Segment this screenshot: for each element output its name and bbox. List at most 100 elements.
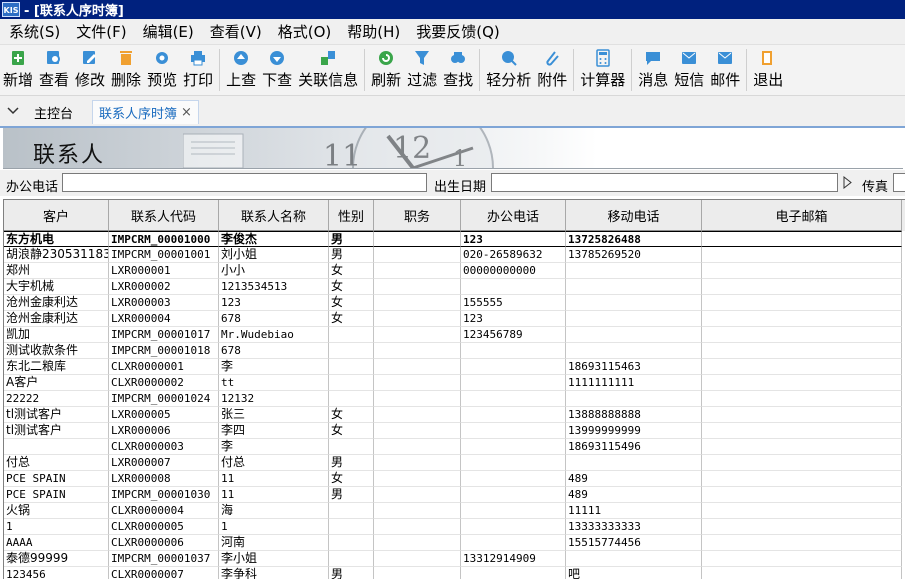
add-button[interactable]: 新增	[0, 45, 36, 90]
menu-item-0[interactable]: 系统(S)	[0, 21, 67, 42]
cell-customer: 凯加	[4, 327, 109, 343]
menu-item-6[interactable]: 我要反馈(Q)	[407, 21, 507, 42]
cell-position	[374, 439, 461, 455]
cell-contact-code: IMPCRM_00001030	[109, 487, 219, 503]
cell-mobile-phone: 13999999999	[566, 423, 702, 439]
edit-icon	[81, 49, 99, 66]
filter-button[interactable]: 过滤	[404, 45, 440, 90]
toolbar-label: 新增	[3, 71, 34, 89]
message-button[interactable]: 消息	[635, 45, 671, 90]
menu-item-1[interactable]: 文件(F)	[67, 21, 133, 42]
table-row[interactable]: 付总 LXR000007 付总男	[4, 455, 905, 471]
tab-contact-journal[interactable]: 联系人序时簿 ×	[92, 100, 199, 124]
cell-contact-code: LXR000002	[109, 279, 219, 295]
mail-button[interactable]: 邮件	[707, 45, 743, 90]
clock-decoration-icon: 11 12 1	[183, 128, 494, 168]
cell-customer: 胡浪静23053118353	[4, 247, 109, 263]
column-header-office-phone[interactable]: 办公电话	[461, 200, 566, 231]
table-row[interactable]: 沧州金康利达 LXR000003 123 女 155555	[4, 295, 905, 311]
column-header-position[interactable]: 职务	[374, 200, 461, 231]
preview-button[interactable]: 预览	[144, 45, 180, 90]
title-bar: KIS - [联系人序时簿]	[0, 0, 905, 19]
table-row[interactable]: PCE SPAIN IMPCRM_00001030 11 男 489	[4, 487, 905, 503]
cell-email	[702, 551, 902, 567]
cell-gender: 男	[329, 455, 374, 471]
cell-office-phone	[461, 343, 566, 359]
cell-contact-name: 678	[219, 311, 329, 327]
table-row[interactable]: 东北二粮库 CLXR0000001 李 18693115463	[4, 359, 905, 375]
cell-contact-code: IMPCRM_00001000	[109, 231, 219, 247]
table-row[interactable]: 1 CLXR0000005 1 13333333333	[4, 519, 905, 535]
toolbar-label: 附件	[537, 71, 568, 89]
column-header-contact-name[interactable]: 联系人名称	[219, 200, 329, 231]
page-banner: 联系人 11 12 1	[3, 128, 903, 169]
close-icon[interactable]: ×	[181, 105, 192, 120]
sms-button[interactable]: 短信	[671, 45, 707, 90]
cell-contact-code: CLXR0000004	[109, 503, 219, 519]
column-header-email[interactable]: 电子邮箱	[702, 200, 902, 231]
cell-gender: 女	[329, 295, 374, 311]
table-row[interactable]: A客户 CLXR0000002 tt 1111111111	[4, 375, 905, 391]
cell-gender	[329, 551, 374, 567]
table-row[interactable]: 22222 IMPCRM_00001024 12132	[4, 391, 905, 407]
column-header-gender[interactable]: 性别	[329, 200, 374, 231]
cell-position	[374, 551, 461, 567]
cell-position	[374, 455, 461, 471]
menu-item-4[interactable]: 格式(O)	[269, 21, 339, 42]
table-row[interactable]: tl测试客户 LXR000006 李四女 13999999999	[4, 423, 905, 439]
cell-gender: 男	[329, 247, 374, 263]
menu-item-5[interactable]: 帮助(H)	[338, 21, 407, 42]
toolbar: 新增 查看 修改 删除 预览 打印 上查 下查 关联信息 刷新 过滤 查找 轻分析 附件 计算器 消息 短信 邮件…	[0, 45, 905, 96]
toolbar-label: 短信	[674, 71, 705, 89]
column-header-contact-code[interactable]: 联系人代码	[109, 200, 219, 231]
table-row[interactable]: 胡浪静23053118353IMPCRM_00001001刘小姐男 020-265…	[4, 247, 905, 263]
play-arrow-icon[interactable]	[842, 176, 852, 189]
analysis-button[interactable]: 轻分析	[483, 45, 534, 90]
cell-gender: 女	[329, 423, 374, 439]
cell-office-phone	[461, 519, 566, 535]
fax-field[interactable]	[893, 173, 905, 192]
birth-date-field[interactable]	[491, 173, 838, 192]
find-button[interactable]: 查找	[440, 45, 476, 90]
table-row[interactable]: 东方机电 IMPCRM_00001000 李俊杰男 123 13725826488	[4, 231, 905, 247]
tab-main-console[interactable]: 主控台	[28, 100, 79, 124]
calculator-button[interactable]: 计算器	[577, 45, 628, 90]
table-row[interactable]: 大宇机械 LXR000002 1213534513 女	[4, 279, 905, 295]
table-row[interactable]: PCE SPAIN LXR000008 11 女 489	[4, 471, 905, 487]
refresh-button[interactable]: 刷新	[368, 45, 404, 90]
table-row[interactable]: 测试收款条件 IMPCRM_00001018 678	[4, 343, 905, 359]
column-header-customer[interactable]: 客户	[4, 200, 109, 231]
view-button[interactable]: 查看	[36, 45, 72, 90]
column-header-mobile-phone[interactable]: 移动电话	[566, 200, 702, 231]
attachment-button[interactable]: 附件	[534, 45, 570, 90]
table-row[interactable]: 火锅 CLXR0000004 海 11111	[4, 503, 905, 519]
cell-office-phone: 13312914909	[461, 551, 566, 567]
table-row[interactable]: 凯加 IMPCRM_00001017 Mr.Wudebiao 123456789	[4, 327, 905, 343]
link-info-button[interactable]: 关联信息	[295, 45, 361, 90]
cell-office-phone	[461, 567, 566, 579]
edit-button[interactable]: 修改	[72, 45, 108, 90]
cell-email	[702, 327, 902, 343]
table-row[interactable]: 123456 CLXR0000007 李争科男 吧	[4, 567, 905, 579]
chevron-down-icon[interactable]	[6, 105, 20, 117]
toolbar-label: 查找	[443, 71, 474, 89]
menu-item-3[interactable]: 查看(V)	[201, 21, 269, 42]
table-row[interactable]: 郑州 LXR000001 小小女 00000000000	[4, 263, 905, 279]
cell-gender	[329, 439, 374, 455]
menu-item-2[interactable]: 编辑(E)	[134, 21, 201, 42]
table-row[interactable]: tl测试客户 LXR000005 张三女 13888888888	[4, 407, 905, 423]
exit-button[interactable]: 退出	[750, 45, 786, 90]
table-row[interactable]: 沧州金康利达 LXR000004 678 女 123	[4, 311, 905, 327]
up-query-button[interactable]: 上查	[223, 45, 259, 90]
print-button[interactable]: 打印	[180, 45, 216, 90]
cell-contact-name: 1213534513	[219, 279, 329, 295]
office-phone-field[interactable]	[62, 173, 427, 192]
table-row[interactable]: 泰德99999 IMPCRM_00001037 李小姐 13312914909	[4, 551, 905, 567]
cell-gender: 女	[329, 407, 374, 423]
cell-contact-code: LXR000008	[109, 471, 219, 487]
table-row[interactable]: CLXR0000003 李 18693115496	[4, 439, 905, 455]
cell-customer: 22222	[4, 391, 109, 407]
down-query-button[interactable]: 下查	[259, 45, 295, 90]
delete-button[interactable]: 删除	[108, 45, 144, 90]
table-row[interactable]: AAAA CLXR0000006 河南 15515774456	[4, 535, 905, 551]
